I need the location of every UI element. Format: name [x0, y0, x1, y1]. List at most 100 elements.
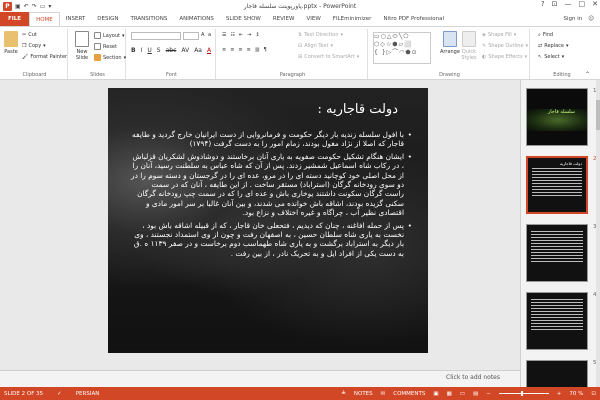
zoom-in-icon[interactable]: + — [557, 391, 562, 397]
zoom-slider[interactable] — [498, 391, 549, 396]
find-button[interactable]: ⌕ Find — [538, 32, 553, 38]
layout-button[interactable]: Layout ▾ — [94, 32, 125, 39]
increase-indent-icon[interactable]: ⇥ — [247, 32, 251, 38]
shapes-gallery[interactable]: ▭○△⬭╲⬠ ⬡◇☆⬢▱⬜{ }▷⌒◠⬟⊙ — [373, 32, 431, 64]
start-slideshow-icon[interactable]: ▭ — [40, 3, 46, 10]
paste-button[interactable]: Paste — [4, 31, 18, 55]
slide-thumbnail-2[interactable]: دولت قاجاریه 2 — [526, 156, 597, 214]
slide-sorter-icon[interactable]: ▦ — [447, 391, 452, 397]
tab-nitro-pdf[interactable]: Nitro PDF Professional — [377, 12, 450, 26]
shadow-button[interactable]: S — [157, 47, 161, 54]
comments-icon[interactable]: ✉ — [381, 391, 386, 397]
align-text-button[interactable]: ⊟ Align Text ▾ — [298, 43, 333, 49]
columns-icon[interactable]: ▥ — [255, 47, 260, 53]
tab-view[interactable]: VIEW — [300, 12, 326, 26]
rtl-icon[interactable]: ¶ — [264, 47, 267, 53]
slide-thumbnail-1[interactable]: سلسله قاجار 1 — [526, 88, 597, 146]
shape-effects-button[interactable]: ◐ Shape Effects ▾ — [482, 54, 527, 60]
shrink-font-button[interactable]: a — [208, 32, 211, 38]
format-painter-button[interactable]: 🖌 Format Painter — [22, 54, 67, 60]
notes-pane[interactable]: Click to add notes — [0, 370, 520, 387]
grow-font-button[interactable]: A — [201, 32, 204, 38]
change-case-button[interactable]: Aa — [194, 47, 202, 54]
spelling-icon[interactable]: ✓ — [57, 391, 62, 397]
shape-outline-button[interactable]: ✎ Shape Outline ▾ — [482, 43, 528, 49]
arrange-button[interactable]: Arrange — [440, 31, 460, 55]
justify-icon[interactable]: ≡ — [247, 47, 251, 53]
paint-bucket-icon: ◈ — [482, 32, 486, 38]
ribbon-display-icon[interactable]: ⊡ — [552, 0, 558, 8]
quick-access-toolbar: P ▣ ↶ ↷ ▭ ▾ — [0, 1, 51, 11]
copy-button[interactable]: ❐ Copy ▾ — [22, 43, 46, 49]
tab-animations[interactable]: ANIMATIONS — [173, 12, 220, 26]
font-color-button[interactable]: A — [207, 47, 211, 54]
slide-editor-pane: دولت قاجاریه : با افول سلسله زندیه بار د… — [0, 80, 520, 387]
tab-slide-show[interactable]: SLIDE SHOW — [220, 12, 267, 26]
select-button[interactable]: ↖ Select ▾ — [538, 54, 564, 60]
align-right-icon[interactable]: ≡ — [238, 47, 242, 53]
customize-qat-icon[interactable]: ▾ — [48, 3, 51, 10]
font-name-combobox[interactable] — [131, 32, 181, 40]
convert-smartart-button[interactable]: ⊞ Convert to SmartArt ▾ — [298, 54, 359, 60]
tab-fileminimizer[interactable]: FILEminimizer — [327, 12, 378, 26]
bold-button[interactable]: B — [131, 47, 136, 54]
text-direction-button[interactable]: ⇅ Text Direction ▾ — [298, 32, 343, 38]
slide-heading[interactable]: دولت قاجاریه : — [318, 102, 398, 117]
line-spacing-icon[interactable]: ↕ — [255, 32, 259, 38]
zoom-out-icon[interactable]: − — [486, 391, 491, 397]
slide-thumbnail-4[interactable]: 4 — [526, 292, 597, 350]
reset-button[interactable]: Reset — [94, 43, 117, 50]
quick-styles-button[interactable]: Quick Styles — [460, 31, 478, 61]
smiley-feedback-icon[interactable]: ☺ — [588, 16, 594, 22]
tab-design[interactable]: DESIGN — [91, 12, 124, 26]
notes-toggle-button[interactable]: NOTES — [354, 391, 373, 397]
align-left-icon[interactable]: ≡ — [222, 47, 226, 53]
maximize-button[interactable]: □ — [579, 0, 586, 8]
slide-body-textbox[interactable]: با افول سلسله زندیه بار دیگر حکومت و فرم… — [130, 130, 412, 261]
clipboard-group: Paste ✂ Cut ❐ Copy ▾ 🖌 Format Painter Clipbo… — [2, 29, 68, 79]
current-slide[interactable]: دولت قاجاریه : با افول سلسله زندیه بار د… — [108, 88, 428, 353]
tab-insert[interactable]: INSERT — [60, 12, 91, 26]
collapse-ribbon-icon[interactable]: ⌃ — [585, 71, 590, 78]
close-button[interactable]: ✕ — [592, 0, 598, 8]
numbering-icon[interactable]: ☷ — [230, 32, 234, 38]
character-spacing-button[interactable]: AV — [181, 47, 189, 54]
minimize-button[interactable]: — — [565, 0, 572, 8]
undo-icon[interactable]: ↶ — [24, 3, 29, 10]
bullets-icon[interactable]: ☰ — [222, 32, 226, 38]
redo-icon[interactable]: ↷ — [32, 3, 37, 10]
align-center-icon[interactable]: ≡ — [230, 47, 234, 53]
help-button[interactable]: ? — [541, 0, 545, 8]
tab-transitions[interactable]: TRANSITIONS — [124, 12, 173, 26]
cut-button[interactable]: ✂ Cut — [22, 32, 37, 38]
window-controls: ? ⊡ — □ ✕ — [541, 0, 598, 8]
save-icon[interactable]: ▣ — [15, 3, 21, 10]
font-size-combobox[interactable] — [183, 32, 199, 40]
strikethrough-button[interactable]: abc — [166, 47, 177, 54]
new-slide-button[interactable]: New Slide — [73, 31, 91, 61]
thumbnail-scrollbar[interactable] — [596, 80, 600, 387]
slide-thumbnail-3[interactable]: 3 — [526, 224, 597, 282]
normal-view-icon[interactable]: ▣ — [433, 391, 438, 397]
zoom-level[interactable]: 70 % — [569, 391, 583, 397]
sign-in-link[interactable]: Sign in — [564, 16, 583, 22]
slideshow-view-icon[interactable]: ▤ — [473, 391, 478, 397]
decrease-indent-icon[interactable]: ⇤ — [239, 32, 243, 38]
reading-view-icon[interactable]: ▭ — [460, 391, 465, 397]
tab-file[interactable]: FILE — [0, 12, 30, 26]
italic-button[interactable]: I — [141, 47, 143, 54]
underline-button[interactable]: U — [147, 47, 151, 54]
tab-home[interactable]: HOME — [29, 12, 60, 26]
notes-placeholder: Click to add notes — [446, 374, 500, 381]
notes-toggle-icon[interactable]: ≜ — [341, 391, 346, 397]
fit-slide-icon[interactable]: ⊡ — [591, 391, 596, 397]
comments-toggle-button[interactable]: COMMENTS — [393, 391, 425, 397]
zoom-slider-handle[interactable] — [520, 391, 523, 396]
tab-review[interactable]: REVIEW — [267, 12, 301, 26]
slide-thumbnail-5[interactable]: 5 — [526, 360, 597, 387]
language-indicator[interactable]: PERSIAN — [76, 391, 100, 397]
section-button[interactable]: Section ▾ — [94, 54, 126, 61]
scrollbar-thumb[interactable] — [596, 100, 600, 130]
replace-button[interactable]: ⇄ Replace ▾ — [538, 43, 569, 49]
shape-fill-button[interactable]: ◈ Shape Fill ▾ — [482, 32, 516, 38]
